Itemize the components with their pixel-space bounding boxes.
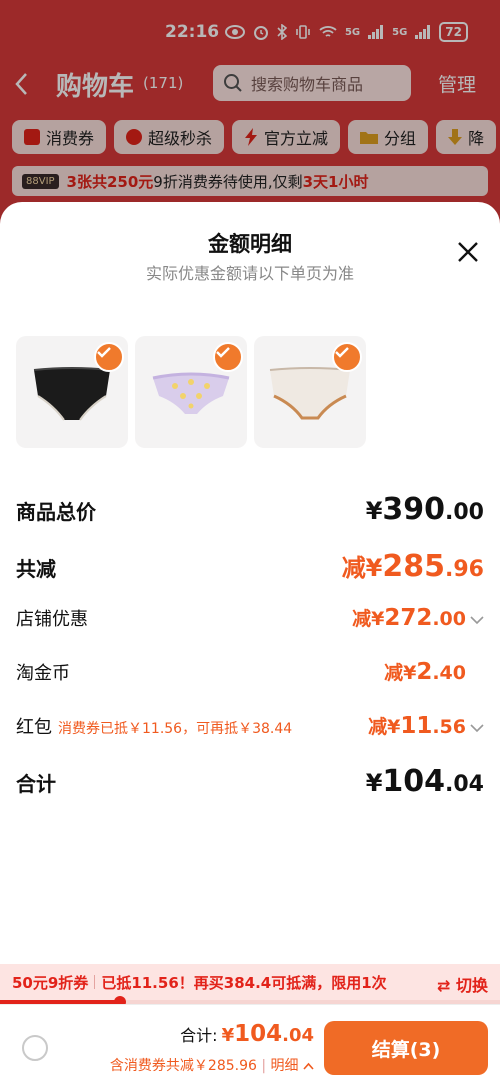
select-all-checkbox[interactable] xyxy=(22,1035,48,1061)
subtotal-row: 商品总价 ¥390.00 xyxy=(16,492,484,527)
sheet-title: 金额明细 xyxy=(208,232,292,256)
promo-text: 已抵11.56！再买384.4可抵满，限用1次 xyxy=(101,973,387,992)
total-discount-label: 共减 xyxy=(16,557,56,581)
checkout-total-label: 合计: xyxy=(180,1026,218,1045)
chevron-down-icon xyxy=(470,616,484,625)
chevron-up-icon xyxy=(303,1062,314,1070)
coins-amount: 减¥2.40 xyxy=(384,659,466,685)
promo-divider xyxy=(94,975,96,989)
store-discount-label: 店铺优惠 xyxy=(16,609,88,630)
close-button[interactable] xyxy=(454,238,482,266)
red-packet-amount: 减¥11.56 xyxy=(368,712,484,739)
total-amount: ¥104.04 xyxy=(365,764,484,799)
total-discount-amount: 减¥285.96 xyxy=(341,549,484,584)
red-packet-row[interactable]: 红包 消费券已抵￥11.56，可再抵￥38.44 减¥11.56 xyxy=(16,712,484,739)
coins-label: 淘金币 xyxy=(16,663,70,684)
coins-row: 淘金币 减¥2.40 xyxy=(16,658,484,685)
sheet-subtitle: 实际优惠金额请以下单页为准 xyxy=(145,264,354,283)
product-thumbnails xyxy=(16,336,366,448)
switch-coupon-button[interactable]: ⇄ 切换 xyxy=(437,972,488,996)
chevron-down-icon xyxy=(470,724,484,733)
red-packet-label: 红包 xyxy=(16,717,52,738)
amount-detail-sheet: 金额明细 实际优惠金额请以下单页为准 商品总价 ¥390.00 共减 减¥285… xyxy=(0,202,500,1085)
coupon-name: 50元9折券 xyxy=(12,973,89,992)
checkout-discount-line[interactable]: 含消费券共减￥285.96 | 明细 xyxy=(110,1055,314,1075)
red-packet-note: 消费券已抵￥11.56，可再抵￥38.44 xyxy=(58,721,293,737)
store-discount-amount: 减¥272.00 xyxy=(352,604,484,631)
close-icon xyxy=(458,242,478,262)
checkout-discount-text: 含消费券共减￥285.96 xyxy=(109,1058,257,1074)
checkout-total-amount: ¥104.04 xyxy=(221,1021,314,1047)
subtotal-amount: ¥390.00 xyxy=(365,492,484,527)
product-thumb-black-briefs[interactable] xyxy=(16,336,128,448)
selected-check-icon[interactable] xyxy=(94,342,124,372)
red-packet-label-group: 红包 消费券已抵￥11.56，可再抵￥38.44 xyxy=(16,713,292,739)
checkout-button[interactable]: 结算(3) xyxy=(324,1021,488,1075)
total-row: 合计 ¥104.04 xyxy=(16,764,484,799)
selected-check-icon[interactable] xyxy=(332,342,362,372)
coupon-promo-bar[interactable]: 50元9折券 已抵11.56！再买384.4可抵满，限用1次 ⇄ 切换 xyxy=(0,964,500,1000)
overlay-dim[interactable] xyxy=(0,0,500,230)
checkout-total: 合计: ¥104.04 xyxy=(180,1021,314,1047)
checkout-bar: 合计: ¥104.04 含消费券共减￥285.96 | 明细 结算(3) xyxy=(0,1004,500,1085)
selected-check-icon[interactable] xyxy=(213,342,243,372)
total-discount-row: 共减 减¥285.96 xyxy=(16,548,484,584)
subtotal-label: 商品总价 xyxy=(16,500,96,524)
total-label: 合计 xyxy=(16,772,56,796)
product-thumb-beige-briefs[interactable] xyxy=(254,336,366,448)
store-discount-row[interactable]: 店铺优惠 减¥272.00 xyxy=(16,604,484,631)
product-thumb-lavender-briefs[interactable] xyxy=(135,336,247,448)
detail-toggle[interactable]: 明细 xyxy=(271,1058,299,1074)
